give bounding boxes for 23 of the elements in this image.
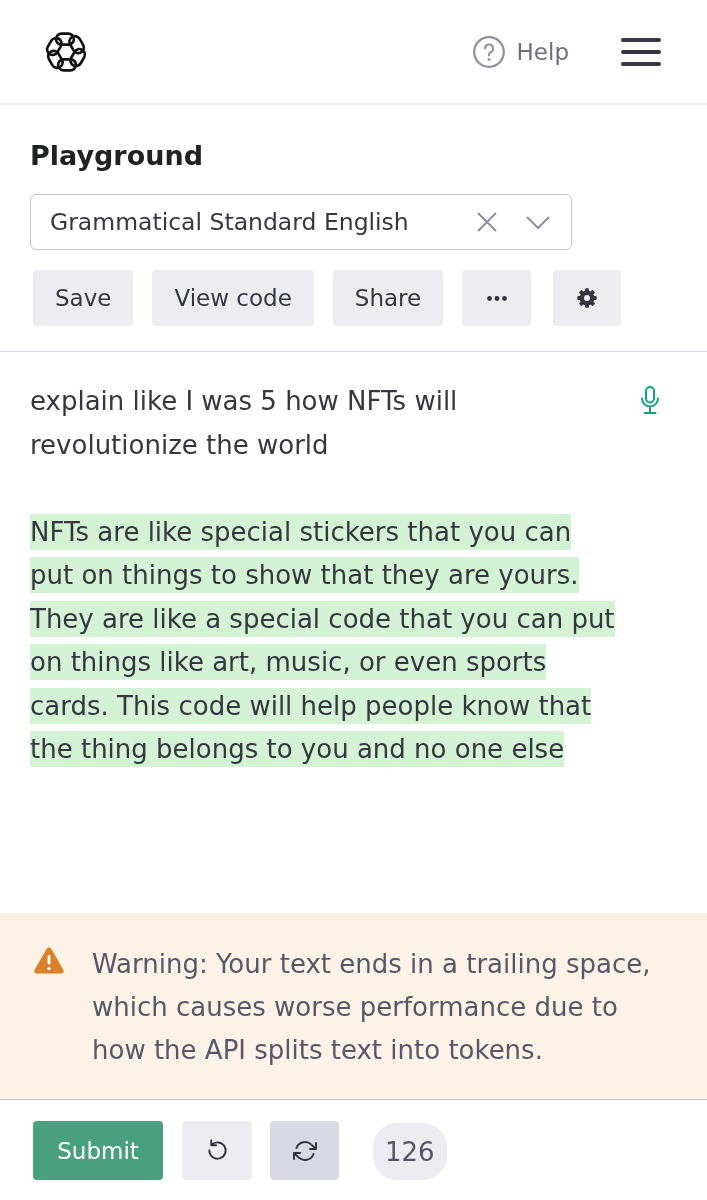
regenerate-icon <box>292 1138 317 1163</box>
share-button[interactable]: Share <box>332 270 444 326</box>
chevron-down-icon[interactable] <box>526 215 550 229</box>
page-title: Playground <box>30 139 203 173</box>
logo-icon[interactable] <box>45 30 87 73</box>
save-button[interactable]: Save <box>33 270 134 326</box>
prompt-text: explain like I was 5 how NFTs will revolutionize the world <box>30 385 459 462</box>
preset-select[interactable]: Grammatical Standard English <box>30 194 572 250</box>
view-code-button[interactable]: View code <box>152 270 314 326</box>
settings-button[interactable] <box>553 270 622 326</box>
more-icon <box>486 295 507 301</box>
regenerate-button[interactable] <box>270 1121 339 1180</box>
warning-message: Warning: Your text ends in a trailing space, which causes worse performance due to how the API splits text into tokens. <box>92 948 652 1067</box>
settings-icon <box>577 288 598 308</box>
help-icon <box>472 35 505 68</box>
warning-icon <box>34 947 64 974</box>
help-link[interactable]: Help <box>472 35 569 68</box>
clear-icon[interactable] <box>477 212 497 232</box>
undo-button[interactable] <box>182 1121 252 1180</box>
token-count: 126 <box>373 1123 447 1180</box>
microphone-icon[interactable] <box>640 386 660 414</box>
menu-icon[interactable] <box>621 37 661 66</box>
undo-icon <box>205 1139 229 1162</box>
